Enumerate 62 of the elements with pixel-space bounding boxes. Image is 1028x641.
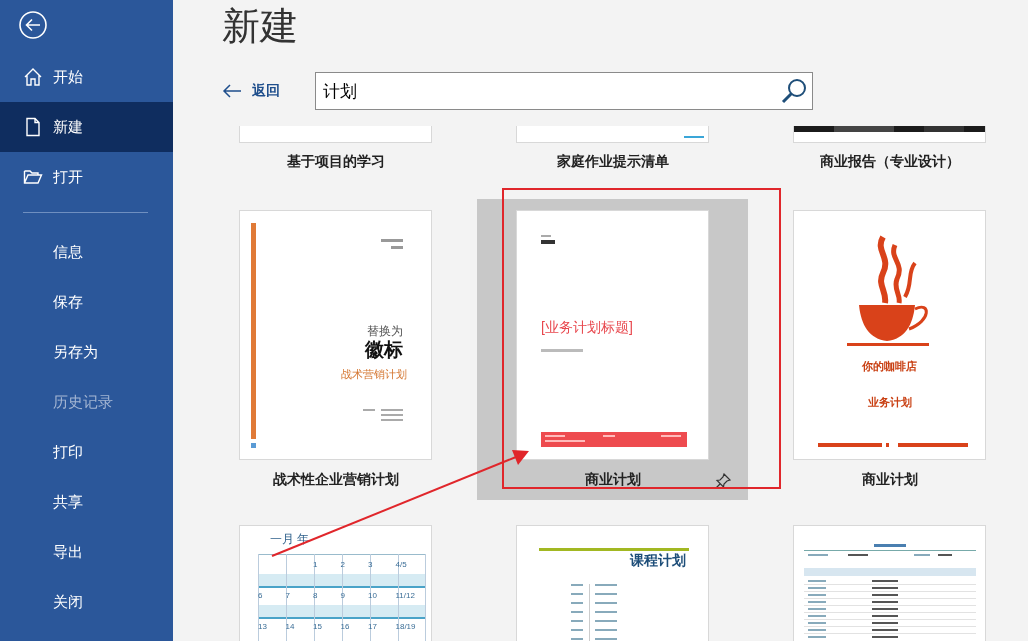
- template-card[interactable]: 课程计划: [477, 514, 748, 641]
- sidebar-item[interactable]: 打开: [0, 152, 173, 202]
- sidebar-item[interactable]: 信息: [0, 227, 173, 277]
- back-link[interactable]: 返回: [222, 82, 315, 100]
- template-card[interactable]: 一月 年 1 2 3 4/5 6 7 8 9 10 11/12 13 14 15 16 17 18/19: [200, 514, 471, 641]
- day-number: 14: [285, 622, 296, 632]
- template-card[interactable]: 家庭作业提示清单: [477, 126, 748, 180]
- preview-title: 课程计划: [630, 552, 686, 570]
- page-title: 新建: [222, 4, 299, 48]
- day-number: 3: [368, 560, 374, 570]
- day-number: 6: [258, 591, 264, 601]
- day-number: 10: [368, 591, 378, 601]
- template-card[interactable]: 你的咖啡店 业务计划 商业计划: [754, 199, 1025, 500]
- document-icon: [23, 117, 43, 137]
- preview-heading: 战术营销计划: [341, 367, 407, 382]
- day-number: 8: [313, 591, 319, 601]
- template-label: 商业计划: [861, 470, 918, 489]
- search-field[interactable]: 计划: [315, 72, 813, 110]
- sidebar-item[interactable]: 打印: [0, 427, 173, 477]
- day-number: 13: [258, 622, 268, 632]
- day-number: 1: [313, 560, 319, 570]
- day-number: 15: [313, 622, 323, 632]
- day-number: 18/19: [395, 622, 417, 632]
- accent-line-drawing: [684, 136, 704, 138]
- search-icon[interactable]: [779, 76, 809, 106]
- sidebar-item[interactable]: 另存为: [0, 327, 173, 377]
- pin-icon[interactable]: [714, 472, 732, 490]
- sidebar-item[interactable]: 共享: [0, 477, 173, 527]
- preview-title: 一月 年: [270, 531, 310, 548]
- preview-title: [业务计划标题]: [541, 319, 633, 337]
- day-number: 2: [340, 560, 346, 570]
- back-arrow-icon: [222, 84, 242, 98]
- logo-drawing: [541, 235, 555, 245]
- template-card[interactable]: 商业报告（专业设计）: [754, 126, 1025, 180]
- day-number: 11/12: [395, 591, 416, 601]
- sidebar-item[interactable]: 开始: [0, 52, 173, 102]
- preview-subtitle: 替换为: [367, 323, 403, 340]
- day-number: 4/5: [395, 560, 408, 570]
- template-card[interactable]: 基于项目的学习: [200, 126, 471, 180]
- template-card[interactable]: [业务计划标题] 商业计划: [477, 199, 748, 500]
- preview-subtitle: 业务计划: [866, 395, 913, 410]
- sidebar-item[interactable]: 关闭: [0, 577, 173, 627]
- sidebar-item[interactable]: 新建: [0, 102, 173, 152]
- template-label: 商业计划: [584, 470, 641, 489]
- day-number: 17: [368, 622, 378, 632]
- sidebar-item[interactable]: 导出: [0, 527, 173, 577]
- folder-icon: [23, 167, 43, 187]
- day-number: 16: [340, 622, 351, 632]
- preview-title: 你的咖啡店: [861, 359, 918, 374]
- template-label: 家庭作业提示清单: [556, 151, 669, 171]
- text-line-drawing: [541, 349, 583, 352]
- template-card[interactable]: 替换为 徽标 战术营销计划 战术性企业营销计划: [200, 199, 471, 500]
- home-icon: [23, 67, 43, 87]
- sidebar-item[interactable]: 保存: [0, 277, 173, 327]
- day-number: 9: [340, 591, 346, 601]
- template-label: 基于项目的学习: [286, 151, 385, 171]
- preview-title: 徽标: [365, 338, 403, 362]
- back-button[interactable]: [18, 10, 48, 40]
- template-label: 战术性企业营销计划: [272, 470, 399, 489]
- template-label: 商业报告（专业设计）: [819, 151, 960, 171]
- day-number: 7: [285, 591, 291, 601]
- text-lines-drawing: [363, 409, 403, 423]
